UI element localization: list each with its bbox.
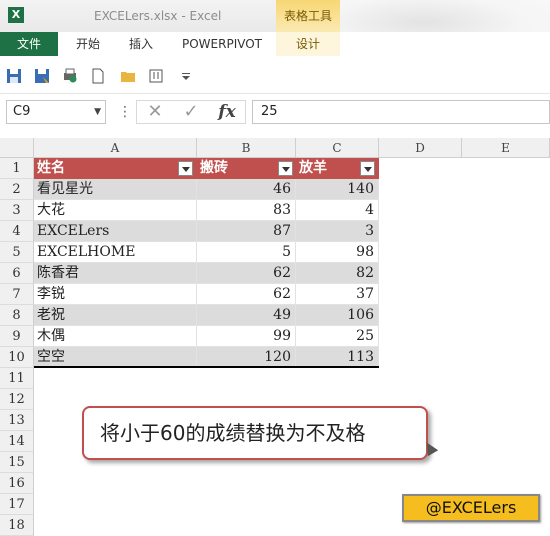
table-cell[interactable]: 37	[296, 284, 379, 305]
open-folder-icon[interactable]	[120, 68, 136, 84]
formula-buttons: ✕ ✓ fx	[136, 100, 246, 124]
row-header[interactable]: 12	[0, 389, 34, 410]
header-sheep-label: 放羊	[299, 160, 327, 176]
table-cell[interactable]: 140	[296, 179, 379, 200]
row-header[interactable]: 11	[0, 368, 34, 389]
table-cell[interactable]: 62	[197, 263, 296, 284]
name-box-value: C9	[13, 104, 31, 119]
row-header[interactable]: 9	[0, 326, 34, 347]
tab-design[interactable]: 设计	[276, 32, 340, 56]
window-title: EXCELers.xlsx - Excel	[94, 9, 222, 23]
column-header-e[interactable]: E	[462, 138, 550, 158]
table-cell[interactable]: 62	[197, 284, 296, 305]
insert-function-button[interactable]: fx	[213, 101, 241, 123]
table-cell[interactable]: 大花	[34, 200, 197, 221]
row-header[interactable]: 17	[0, 494, 34, 515]
name-box[interactable]: C9 ▼	[6, 100, 106, 124]
formula-bar: C9 ▼ ⋮ ✕ ✓ fx 25	[0, 94, 550, 136]
formula-input[interactable]: 25	[252, 100, 550, 124]
row-header[interactable]: 10	[0, 347, 34, 368]
table-cell[interactable]: 113	[296, 347, 379, 368]
table-cell[interactable]: 49	[197, 305, 296, 326]
row-header[interactable]: 16	[0, 473, 34, 494]
table-header-cell[interactable]: 放羊	[296, 158, 379, 179]
table-cell[interactable]: 25	[296, 326, 379, 347]
table-cell[interactable]: 87	[197, 221, 296, 242]
row-header[interactable]: 1	[0, 158, 34, 179]
header-name-label: 姓名	[37, 160, 65, 176]
table-cell[interactable]: 99	[197, 326, 296, 347]
table-header-cell[interactable]: 姓名	[34, 158, 197, 179]
tab-home[interactable]: 开始	[76, 32, 100, 56]
column-header-d[interactable]: D	[379, 138, 462, 158]
attach-icon[interactable]	[148, 68, 164, 84]
select-all-corner[interactable]	[0, 138, 34, 158]
table-cell[interactable]: 看见星光	[34, 179, 197, 200]
row-header[interactable]: 6	[0, 263, 34, 284]
header-brick-label: 搬砖	[200, 160, 228, 176]
table-tools-context-label: 表格工具	[276, 0, 340, 32]
column-header-b[interactable]: B	[197, 138, 296, 158]
excel-logo-icon: X	[8, 7, 24, 23]
row-header[interactable]: 14	[0, 431, 34, 452]
table-cell[interactable]: 83	[197, 200, 296, 221]
table-cell[interactable]: 3	[296, 221, 379, 242]
table-cell[interactable]: 98	[296, 242, 379, 263]
column-header-c[interactable]: C	[296, 138, 379, 158]
row-header[interactable]: 3	[0, 200, 34, 221]
instruction-callout: 将小于60的成绩替换为不及格	[82, 406, 428, 460]
table-cell[interactable]: 5	[197, 242, 296, 263]
confirm-check-icon[interactable]: ✓	[177, 101, 205, 123]
table-header-cell[interactable]: 搬砖	[197, 158, 296, 179]
row-header[interactable]: 15	[0, 452, 34, 473]
tab-insert[interactable]: 插入	[129, 32, 153, 56]
table-cell[interactable]: 空空	[34, 347, 197, 368]
row-header[interactable]: 13	[0, 410, 34, 431]
table-cell[interactable]: 82	[296, 263, 379, 284]
table-cell[interactable]: 120	[197, 347, 296, 368]
table-cell[interactable]: 106	[296, 305, 379, 326]
cancel-x-icon[interactable]: ✕	[141, 101, 169, 123]
row-header[interactable]: 18	[0, 515, 34, 536]
tab-file[interactable]: 文件	[0, 32, 58, 56]
excelers-watermark: @EXCELers	[402, 494, 540, 522]
table-cell[interactable]: 46	[197, 179, 296, 200]
table-cell[interactable]: 木偶	[34, 326, 197, 347]
filter-dropdown-icon[interactable]	[178, 161, 193, 176]
table-cell[interactable]: EXCELHOME	[34, 242, 197, 263]
table-cell[interactable]: 李锐	[34, 284, 197, 305]
filter-dropdown-icon[interactable]	[278, 161, 293, 176]
row-header[interactable]: 2	[0, 179, 34, 200]
new-document-icon[interactable]	[90, 68, 106, 84]
title-bar: X EXCELers.xlsx - Excel 表格工具	[0, 0, 550, 56]
row-header[interactable]: 4	[0, 221, 34, 242]
save-icon[interactable]	[6, 68, 22, 84]
quick-access-toolbar	[0, 60, 550, 94]
table-cell[interactable]: EXCELers	[34, 221, 197, 242]
filter-dropdown-icon[interactable]	[360, 161, 375, 176]
ribbon-tabs: 文件 开始 插入 POWERPIVOT 设计	[0, 32, 550, 56]
table-bottom-border	[34, 366, 379, 368]
save-as-icon[interactable]	[34, 68, 50, 84]
row-header[interactable]: 8	[0, 305, 34, 326]
chevron-down-icon[interactable]: ▼	[94, 101, 101, 123]
table-cell[interactable]: 4	[296, 200, 379, 221]
table-cell[interactable]: 老祝	[34, 305, 197, 326]
formula-bar-grip-icon: ⋮	[118, 104, 132, 120]
customize-dropdown-icon[interactable]	[178, 68, 194, 84]
worksheet-grid[interactable]: A B C D E 1 2 3 4 5 6 7 8 9 10 11 12 13 …	[0, 138, 550, 536]
row-header[interactable]: 7	[0, 284, 34, 305]
column-header-a[interactable]: A	[34, 138, 197, 158]
print-preview-icon[interactable]	[62, 68, 78, 84]
table-cell[interactable]: 陈香君	[34, 263, 197, 284]
row-header[interactable]: 5	[0, 242, 34, 263]
tab-powerpivot[interactable]: POWERPIVOT	[182, 32, 262, 56]
